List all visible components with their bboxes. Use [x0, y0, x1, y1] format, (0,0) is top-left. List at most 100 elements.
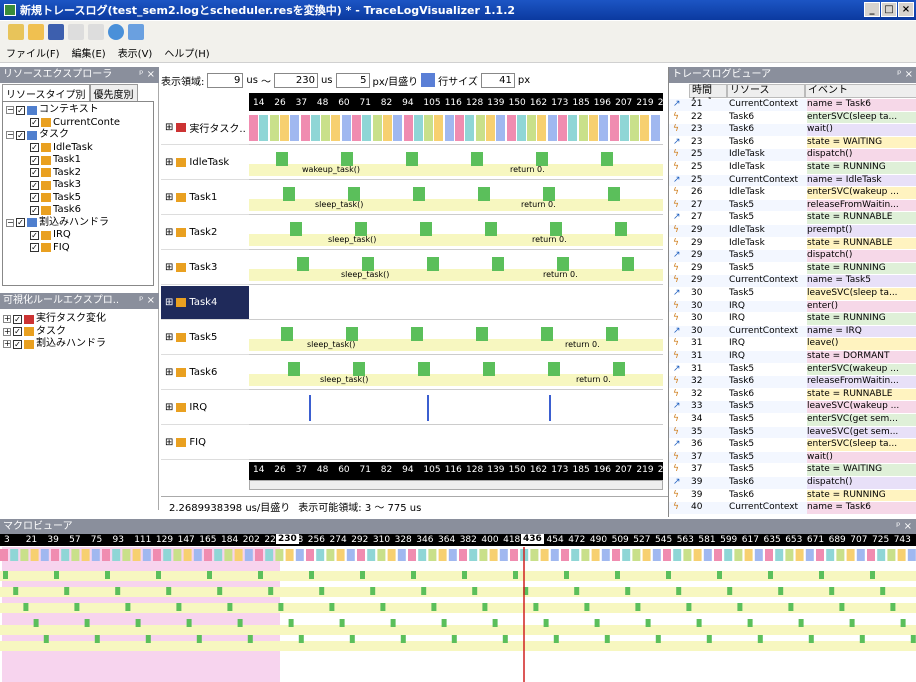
log-row[interactable]: ↗ 25 CurrentContext name = IdleTask: [669, 174, 916, 187]
log-row[interactable]: ϟ 25 IdleTask dispatch(): [669, 149, 916, 162]
checkbox[interactable]: ✓: [30, 193, 39, 203]
close-button[interactable]: ×: [898, 2, 914, 17]
log-row[interactable]: ↗ 39 Task6 dispatch(): [669, 477, 916, 489]
log-row[interactable]: ϟ 37 Task5 wait(): [669, 451, 916, 464]
expand-icon[interactable]: ⊞: [165, 227, 173, 238]
refresh-icon[interactable]: [108, 24, 124, 40]
checkbox[interactable]: ✓: [30, 230, 39, 240]
tree-node[interactable]: ✓ Task1: [6, 154, 120, 167]
expand-icon[interactable]: ⊞: [165, 332, 173, 343]
log-row[interactable]: ϟ 40 CurrentContext name = Task6: [669, 502, 916, 514]
checkbox[interactable]: ✓: [16, 130, 25, 140]
range-from-input[interactable]: 9: [207, 72, 244, 88]
menu-file[interactable]: ファイル(F): [6, 45, 60, 60]
col-resource[interactable]: リソース: [727, 84, 805, 98]
tree-node[interactable]: ✓ IdleTask: [6, 142, 120, 155]
checkbox[interactable]: ✓: [30, 180, 39, 190]
expand-icon[interactable]: ⊞: [165, 367, 173, 378]
lane[interactable]: [249, 426, 663, 460]
log-row[interactable]: ↗ 30 CurrentContext name = IRQ: [669, 325, 916, 338]
lane[interactable]: sleep_task() return 0.: [249, 181, 663, 215]
tree-node[interactable]: ✓ Task5: [6, 192, 120, 205]
log-row[interactable]: ϟ 32 Task6 state = RUNNABLE: [669, 388, 916, 401]
log-row[interactable]: ϟ 31 IRQ leave(): [669, 338, 916, 351]
pin-close-icon[interactable]: ᵖ ×: [139, 67, 155, 83]
row-label[interactable]: ⊞ Task1: [161, 181, 249, 215]
tree-node[interactable]: ✓ IRQ: [6, 229, 120, 242]
log-row[interactable]: ϟ 30 IRQ enter(): [669, 300, 916, 313]
row-label[interactable]: ⊞ Task5: [161, 321, 249, 355]
expand-icon[interactable]: −: [6, 106, 14, 115]
lane[interactable]: sleep_task() return 0.: [249, 251, 663, 285]
row-label[interactable]: ⊞ IdleTask: [161, 146, 249, 180]
pin-close-icon[interactable]: ᵖ ×: [139, 293, 155, 309]
checkbox[interactable]: ✓: [30, 118, 39, 128]
rule-item[interactable]: + ✓ タスク: [3, 326, 106, 339]
range-to-input[interactable]: 230: [273, 72, 318, 88]
rule-item[interactable]: + ✓ 割込みハンドラ: [3, 338, 106, 351]
row-label[interactable]: ⊞ Task2: [161, 216, 249, 250]
tree-node[interactable]: ✓ CurrentConte: [6, 117, 120, 130]
row-label[interactable]: ⊞ Task4: [161, 286, 249, 320]
lane[interactable]: sleep_task() return 0.: [249, 356, 663, 390]
log-row[interactable]: ϟ 22 Task6 enterSVC(sleep ta...: [669, 111, 916, 124]
expand-icon[interactable]: −: [6, 218, 14, 227]
tree-node[interactable]: − ✓ 割込みハンドラ: [6, 217, 120, 230]
log-row[interactable]: ϟ 31 IRQ state = DORMANT: [669, 351, 916, 363]
tree-node[interactable]: − ✓ コンテキスト: [6, 104, 120, 117]
lane[interactable]: [249, 391, 663, 425]
checkbox[interactable]: ✓: [30, 168, 39, 178]
tree-node[interactable]: ✓ Task6: [6, 204, 120, 217]
lane[interactable]: sleep_task() return 0.: [249, 216, 663, 250]
log-row[interactable]: ↗ 33 Task5 leaveSVC(wakeup ...: [669, 401, 916, 414]
save-icon[interactable]: [48, 24, 64, 40]
expand-icon[interactable]: ⊞: [165, 122, 173, 133]
tree-node[interactable]: ✓ FIQ: [6, 242, 120, 255]
log-row[interactable]: ϟ 23 Task6 wait(): [669, 124, 916, 136]
tab-resource-type[interactable]: リソースタイプ別: [2, 84, 90, 102]
checkbox[interactable]: ✓: [30, 143, 39, 153]
log-row[interactable]: ϟ 29 Task5 state = RUNNING: [669, 262, 916, 275]
col-event[interactable]: イベント: [805, 84, 916, 98]
lane[interactable]: [249, 286, 663, 320]
log-row[interactable]: ↗ 31 Task5 enterSVC(wakeup ...: [669, 363, 916, 376]
log-row[interactable]: ↗ 36 Task5 enterSVC(sleep ta...: [669, 439, 916, 451]
menu-view[interactable]: 表示(V): [118, 45, 153, 60]
open-folder-icon[interactable]: [28, 24, 44, 40]
log-row[interactable]: ϟ 30 IRQ state = RUNNING: [669, 313, 916, 325]
log-row[interactable]: ↗ 27 Task5 state = RUNNABLE: [669, 212, 916, 225]
checkbox[interactable]: ✓: [30, 155, 39, 165]
undo-icon[interactable]: [68, 24, 84, 40]
log-row[interactable]: ϟ 37 Task5 state = WAITING: [669, 464, 916, 477]
log-row[interactable]: ↗ 21 CurrentContext name = Task6: [669, 99, 916, 111]
log-row[interactable]: ϟ 29 CurrentContext name = Task5: [669, 275, 916, 288]
row-label[interactable]: ⊞ 実行タスク..: [161, 111, 249, 145]
tree-node[interactable]: ✓ Task3: [6, 179, 120, 192]
expand-icon[interactable]: ⊞: [165, 192, 173, 203]
tree-node[interactable]: ✓ Task2: [6, 167, 120, 180]
rule-item[interactable]: + ✓ 実行タスク変化: [3, 313, 106, 326]
checkbox[interactable]: ✓: [30, 243, 39, 253]
row-label[interactable]: ⊞ Task6: [161, 356, 249, 390]
scale-input[interactable]: 5: [335, 72, 370, 88]
position-marker[interactable]: 436: [521, 534, 544, 544]
log-row[interactable]: ϟ 29 IdleTask state = RUNNABLE: [669, 237, 916, 250]
expand-icon[interactable]: ⊞: [165, 262, 173, 273]
log-row[interactable]: ϟ 27 Task5 releaseFromWaitin...: [669, 199, 916, 212]
menu-edit[interactable]: 編集(E): [72, 45, 106, 60]
expand-icon[interactable]: ⊞: [165, 437, 173, 448]
fit-icon[interactable]: [421, 73, 436, 87]
menu-help[interactable]: ヘルプ(H): [164, 45, 209, 60]
position-marker[interactable]: 230: [276, 534, 299, 544]
log-row[interactable]: ϟ 29 IdleTask preempt(): [669, 225, 916, 237]
log-row[interactable]: ϟ 26 IdleTask enterSVC(wakeup ...: [669, 187, 916, 199]
pin-close-icon[interactable]: ᵖ ×: [897, 67, 913, 83]
row-size-input[interactable]: 41: [480, 72, 515, 88]
row-label[interactable]: ⊞ FIQ: [161, 426, 249, 460]
checkbox[interactable]: ✓: [30, 205, 39, 215]
log-row[interactable]: ϟ 32 Task6 releaseFromWaitin...: [669, 376, 916, 388]
lane[interactable]: wakeup_task() return 0.: [249, 146, 663, 180]
expand-icon[interactable]: ⊞: [165, 157, 173, 168]
checkbox[interactable]: ✓: [16, 218, 25, 228]
lane[interactable]: [249, 111, 663, 145]
